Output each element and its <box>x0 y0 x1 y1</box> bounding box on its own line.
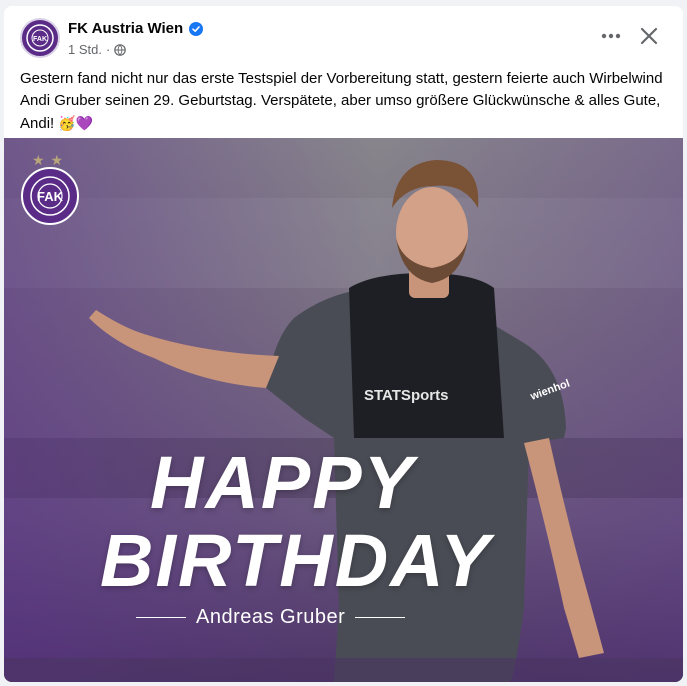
post-header: FAK FK Austria Wien 1 Std. · <box>4 6 683 66</box>
post-image[interactable]: STATSports wienhol ★★ FAK HAPPY BIRTHDAY… <box>4 138 683 682</box>
post-meta: 1 Std. · <box>68 42 127 57</box>
crest-text: FAK <box>37 189 64 204</box>
close-button[interactable] <box>633 20 665 52</box>
post-timestamp[interactable]: 1 Std. <box>68 42 102 57</box>
player-name-row: Andreas Gruber <box>136 606 406 629</box>
post-emojis: 🥳💜 <box>58 115 94 131</box>
headline-birthday: BIRTHDAY <box>100 519 492 602</box>
post-body: Gestern fand nicht nur das erste Testspi… <box>20 70 663 132</box>
player-name: Andreas Gruber <box>196 606 346 628</box>
name-divider-left <box>136 617 186 618</box>
name-divider-right <box>355 617 406 618</box>
close-icon <box>640 27 658 45</box>
page-name[interactable]: FK Austria Wien <box>68 20 183 37</box>
vest-brand-text: STATSports <box>364 387 448 404</box>
club-logo-icon: FAK <box>26 24 54 52</box>
page-name-row: FK Austria Wien <box>68 20 204 37</box>
post-card: FAK FK Austria Wien 1 Std. · Gestern fan… <box>4 6 683 682</box>
globe-icon[interactable] <box>114 43 127 56</box>
verified-badge-icon <box>189 21 204 36</box>
club-crest-icon: FAK <box>20 166 80 226</box>
headline-happy: HAPPY <box>150 441 415 524</box>
more-options-button[interactable] <box>595 22 627 50</box>
svg-text:FAK: FAK <box>33 36 47 43</box>
page-avatar[interactable]: FAK <box>20 18 60 58</box>
more-options-icon <box>601 33 621 39</box>
post-text: Gestern fand nicht nur das erste Testspi… <box>20 68 670 135</box>
meta-separator: · <box>105 42 111 57</box>
